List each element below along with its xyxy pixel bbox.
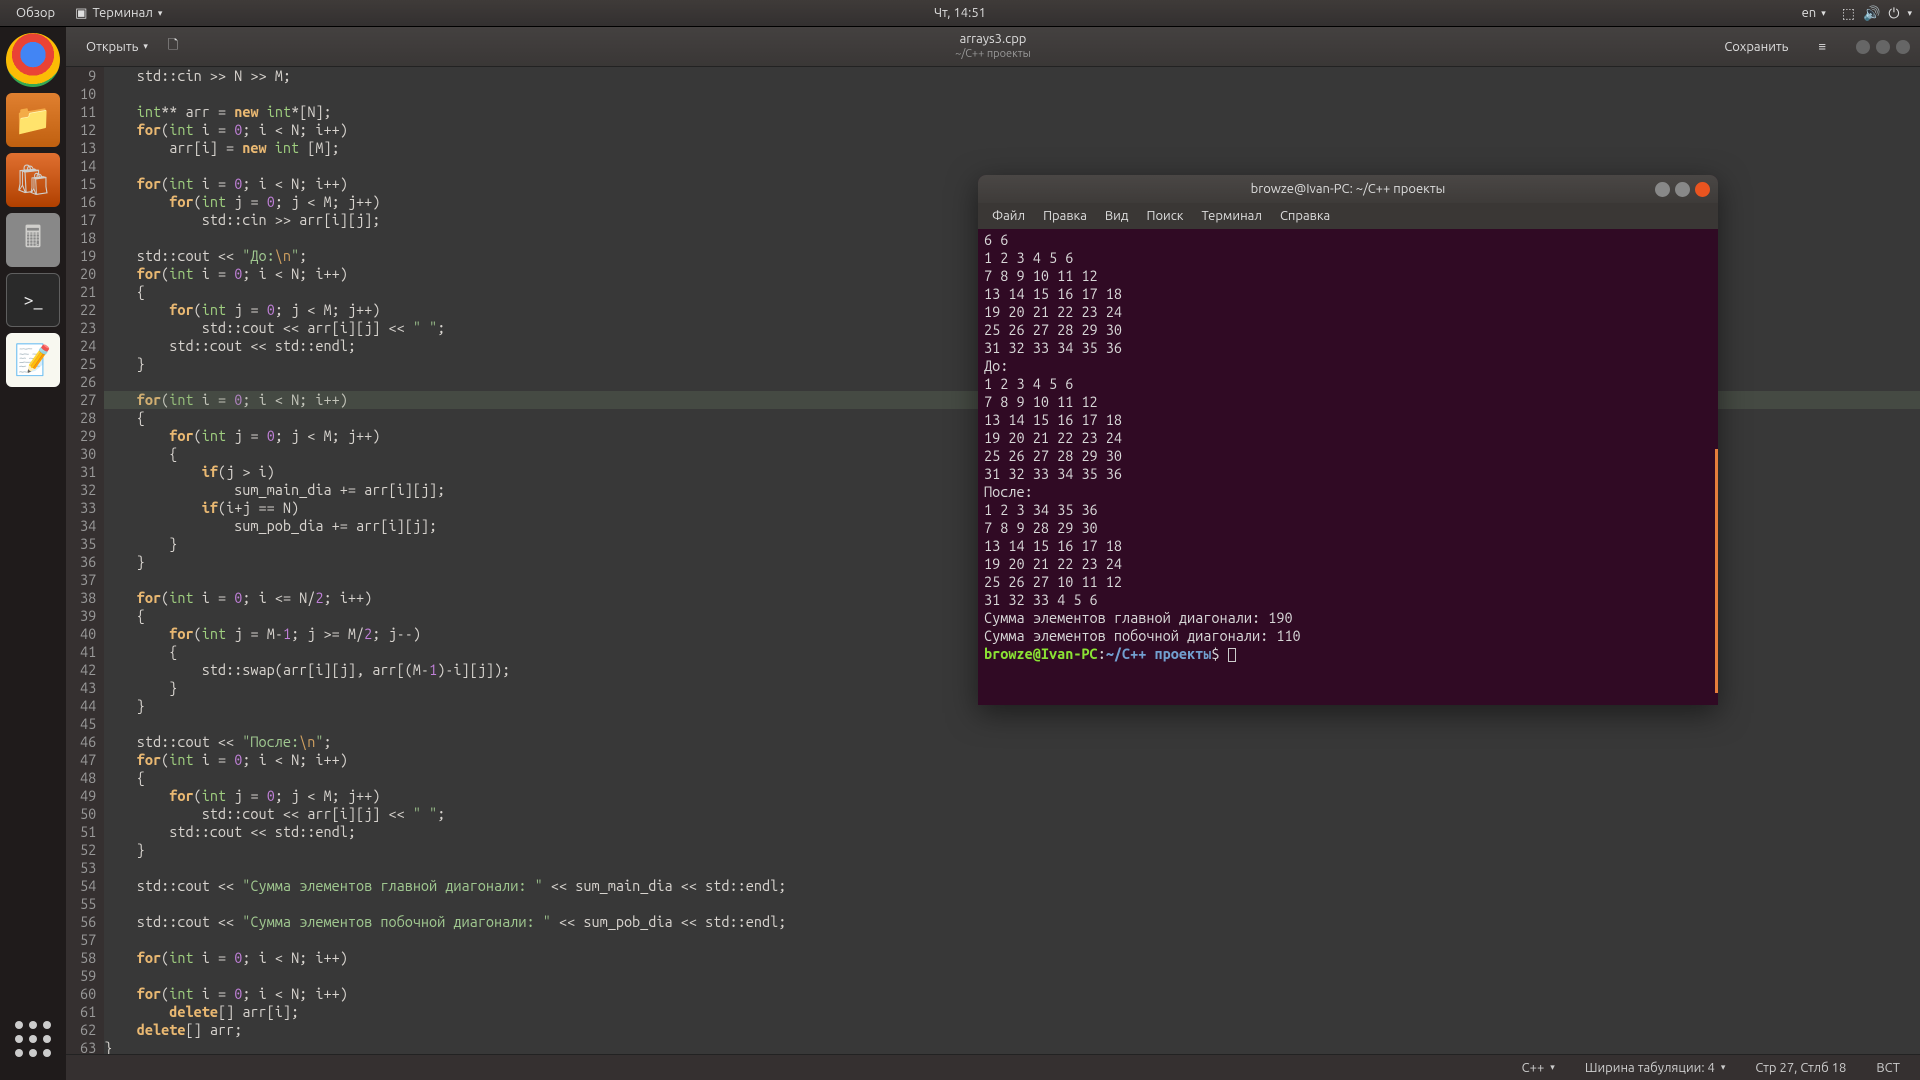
input-source[interactable]: en ▾: [1794, 4, 1834, 22]
terminal-window-controls: [1655, 182, 1718, 197]
line-gutter: 9 10 11 12 13 14 15 16 17 18 19 20 21 22…: [66, 67, 104, 1054]
terminal-menubar: ФайлПравкаВидПоискТерминалСправка: [978, 203, 1718, 229]
terminal-window: browze@Ivan-PC: ~/C++ проекты ФайлПравка…: [978, 175, 1718, 705]
hamburger-menu[interactable]: ≡: [1808, 35, 1836, 58]
terminal-menu-вид[interactable]: Вид: [1097, 207, 1137, 225]
dock-calculator[interactable]: 🖩: [6, 213, 60, 267]
chevron-down-icon: ▾: [158, 8, 163, 19]
close-button[interactable]: [1695, 182, 1710, 197]
terminal-body[interactable]: 6 6 1 2 3 4 5 6 7 8 9 10 11 12 13 14 15 …: [978, 229, 1718, 705]
chevron-down-icon: ▾: [1907, 8, 1912, 19]
dock-chrome[interactable]: [6, 33, 60, 87]
chevron-down-icon: ▾: [1821, 8, 1826, 19]
sb-insert-mode[interactable]: ВСТ: [1876, 1061, 1900, 1075]
lang-label: en: [1802, 6, 1817, 20]
minimize-button[interactable]: [1856, 40, 1870, 54]
sb-cursor-pos: Стр 27, Стлб 18: [1755, 1061, 1846, 1075]
dock-files[interactable]: 📁: [6, 93, 60, 147]
terminal-title: browze@Ivan-PC: ~/C++ проекты: [1251, 182, 1446, 196]
power-icon[interactable]: ⏻: [1888, 5, 1899, 22]
file-path: ~/C++ проекты: [955, 48, 1031, 61]
window-controls: [1856, 40, 1910, 54]
title-area: arrays3.cpp ~/C++ проекты: [955, 32, 1031, 61]
save-button[interactable]: Сохранить: [1714, 36, 1798, 58]
new-tab-button[interactable]: 🗋: [158, 32, 188, 62]
minimize-button[interactable]: [1655, 182, 1670, 197]
terminal-icon: ▣: [75, 6, 87, 21]
dock-show-apps[interactable]: [6, 1012, 60, 1066]
sb-language[interactable]: C++ ▾: [1522, 1061, 1555, 1075]
sb-tabwidth[interactable]: Ширина табуляции: 4 ▾: [1585, 1061, 1726, 1075]
dock-software[interactable]: 🛍: [6, 153, 60, 207]
network-icon[interactable]: ⬚: [1842, 5, 1855, 22]
terminal-titlebar[interactable]: browze@Ivan-PC: ~/C++ проекты: [978, 175, 1718, 203]
maximize-button[interactable]: [1876, 40, 1890, 54]
hamburger-icon: ≡: [1818, 39, 1826, 54]
terminal-menu-правка[interactable]: Правка: [1035, 207, 1095, 225]
chevron-down-icon: ▾: [1550, 1062, 1555, 1073]
gedit-header: Открыть ▾ 🗋 arrays3.cpp ~/C++ проекты Со…: [66, 27, 1920, 67]
terminal-menu-файл[interactable]: Файл: [984, 207, 1033, 225]
close-button[interactable]: [1896, 40, 1910, 54]
dock-text-editor[interactable]: 📝: [6, 333, 60, 387]
open-label: Открыть: [86, 40, 138, 54]
app-menu[interactable]: ▣ Терминал ▾: [67, 4, 170, 23]
apps-grid-icon: [15, 1021, 51, 1057]
file-title: arrays3.cpp: [955, 32, 1031, 48]
dock-terminal[interactable]: [6, 273, 60, 327]
clock[interactable]: Чт, 14:51: [926, 4, 994, 22]
chevron-down-icon: ▾: [1721, 1062, 1726, 1073]
activities-button[interactable]: Обзор: [8, 4, 63, 22]
gnome-top-bar: Обзор ▣ Терминал ▾ Чт, 14:51 en ▾ ⬚ 🔊 ⏻ …: [0, 0, 1920, 27]
open-button[interactable]: Открыть ▾: [76, 36, 158, 58]
gedit-statusbar: C++ ▾ Ширина табуляции: 4 ▾ Стр 27, Стлб…: [66, 1054, 1920, 1080]
dock: 📁 🛍 🖩 📝: [0, 27, 66, 1080]
volume-icon[interactable]: 🔊: [1863, 5, 1880, 22]
scroll-indicator: [1715, 449, 1718, 693]
maximize-button[interactable]: [1675, 182, 1690, 197]
app-menu-label: Терминал: [92, 6, 152, 20]
chevron-down-icon: ▾: [143, 41, 148, 52]
terminal-menu-справка[interactable]: Справка: [1272, 207, 1338, 225]
new-document-icon: 🗋: [168, 36, 178, 58]
terminal-menu-поиск[interactable]: Поиск: [1138, 207, 1191, 225]
terminal-menu-терминал[interactable]: Терминал: [1193, 207, 1269, 225]
